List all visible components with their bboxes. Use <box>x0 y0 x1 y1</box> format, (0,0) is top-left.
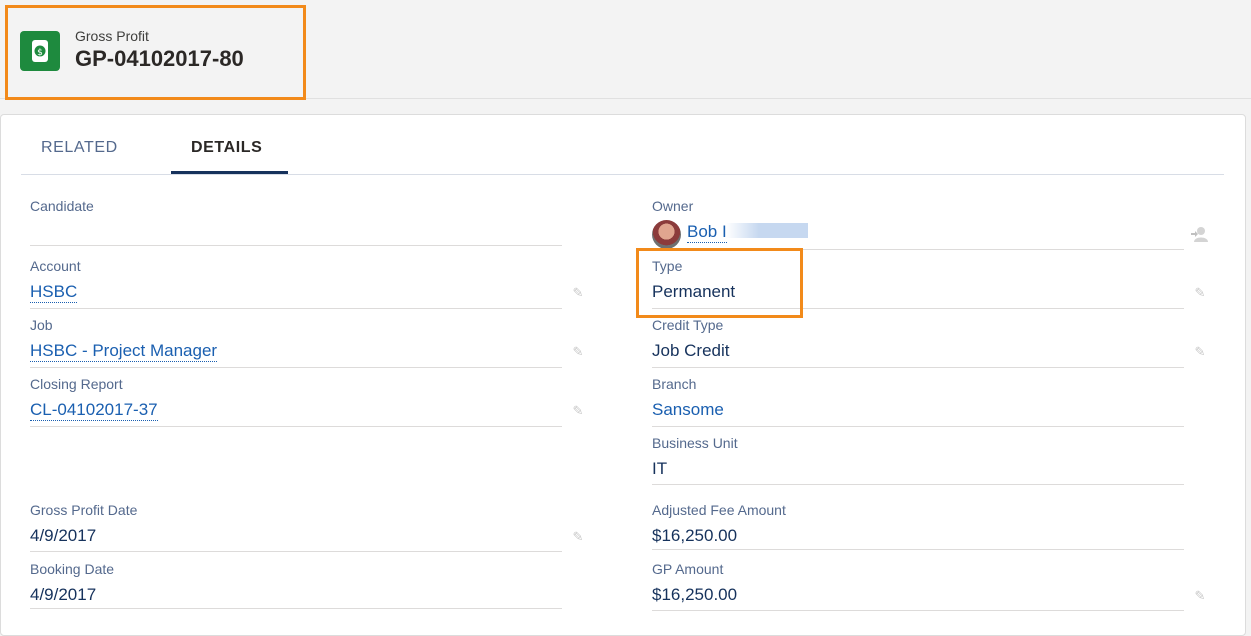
field-value: $16,250.00 <box>652 526 738 545</box>
field-value: IT <box>652 459 668 478</box>
field-label: Candidate <box>30 198 94 214</box>
field-value: 4/9/2017 <box>30 585 97 604</box>
pencil-icon[interactable]: ✎ <box>570 285 586 301</box>
account-link[interactable]: HSBC <box>30 282 78 303</box>
divider <box>30 245 562 246</box>
divider <box>652 549 1184 550</box>
field-label: Account <box>30 258 81 274</box>
pencil-icon[interactable]: ✎ <box>1192 344 1208 360</box>
field-label: Job <box>30 317 53 333</box>
field-value: 4/9/2017 <box>30 526 97 545</box>
divider <box>652 484 1184 485</box>
divider <box>30 426 562 427</box>
pencil-icon[interactable]: ✎ <box>570 403 586 419</box>
field-label: Owner <box>652 198 694 214</box>
field-label: Gross Profit Date <box>30 502 138 518</box>
divider <box>30 308 562 309</box>
branch-link[interactable]: Sansome <box>652 400 724 420</box>
details-card: RELATED DETAILS <box>0 114 1246 636</box>
closing-report-link[interactable]: CL-04102017-37 <box>30 400 158 421</box>
field-label: Branch <box>652 376 697 392</box>
field-value: Job Credit <box>652 341 730 360</box>
field-label: GP Amount <box>652 561 724 577</box>
divider <box>652 610 1184 611</box>
annotation-highlight <box>636 248 803 318</box>
divider <box>652 426 1184 427</box>
pencil-icon[interactable]: ✎ <box>570 529 586 545</box>
field-value: $16,250.00 <box>652 585 738 604</box>
divider <box>652 367 1184 368</box>
pencil-icon[interactable]: ✎ <box>570 344 586 360</box>
annotation-highlight <box>5 5 306 100</box>
redaction <box>726 223 808 238</box>
divider <box>30 608 562 609</box>
pencil-icon[interactable]: ✎ <box>1192 285 1208 301</box>
tab-related[interactable]: RELATED <box>41 139 118 157</box>
field-label: Credit Type <box>652 317 724 333</box>
change-owner-icon[interactable] <box>1190 225 1208 243</box>
job-link[interactable]: HSBC - Project Manager <box>30 341 218 362</box>
divider <box>30 367 562 368</box>
tabs-divider <box>21 174 1224 175</box>
owner-link[interactable]: Bob I <box>687 222 727 243</box>
divider <box>30 551 562 552</box>
field-label: Closing Report <box>30 376 123 392</box>
pencil-icon[interactable]: ✎ <box>1192 588 1208 604</box>
field-label: Business Unit <box>652 435 738 451</box>
tab-details[interactable]: DETAILS <box>191 139 262 157</box>
avatar[interactable] <box>652 220 681 249</box>
field-label: Adjusted Fee Amount <box>652 502 786 518</box>
field-label: Booking Date <box>30 561 115 577</box>
